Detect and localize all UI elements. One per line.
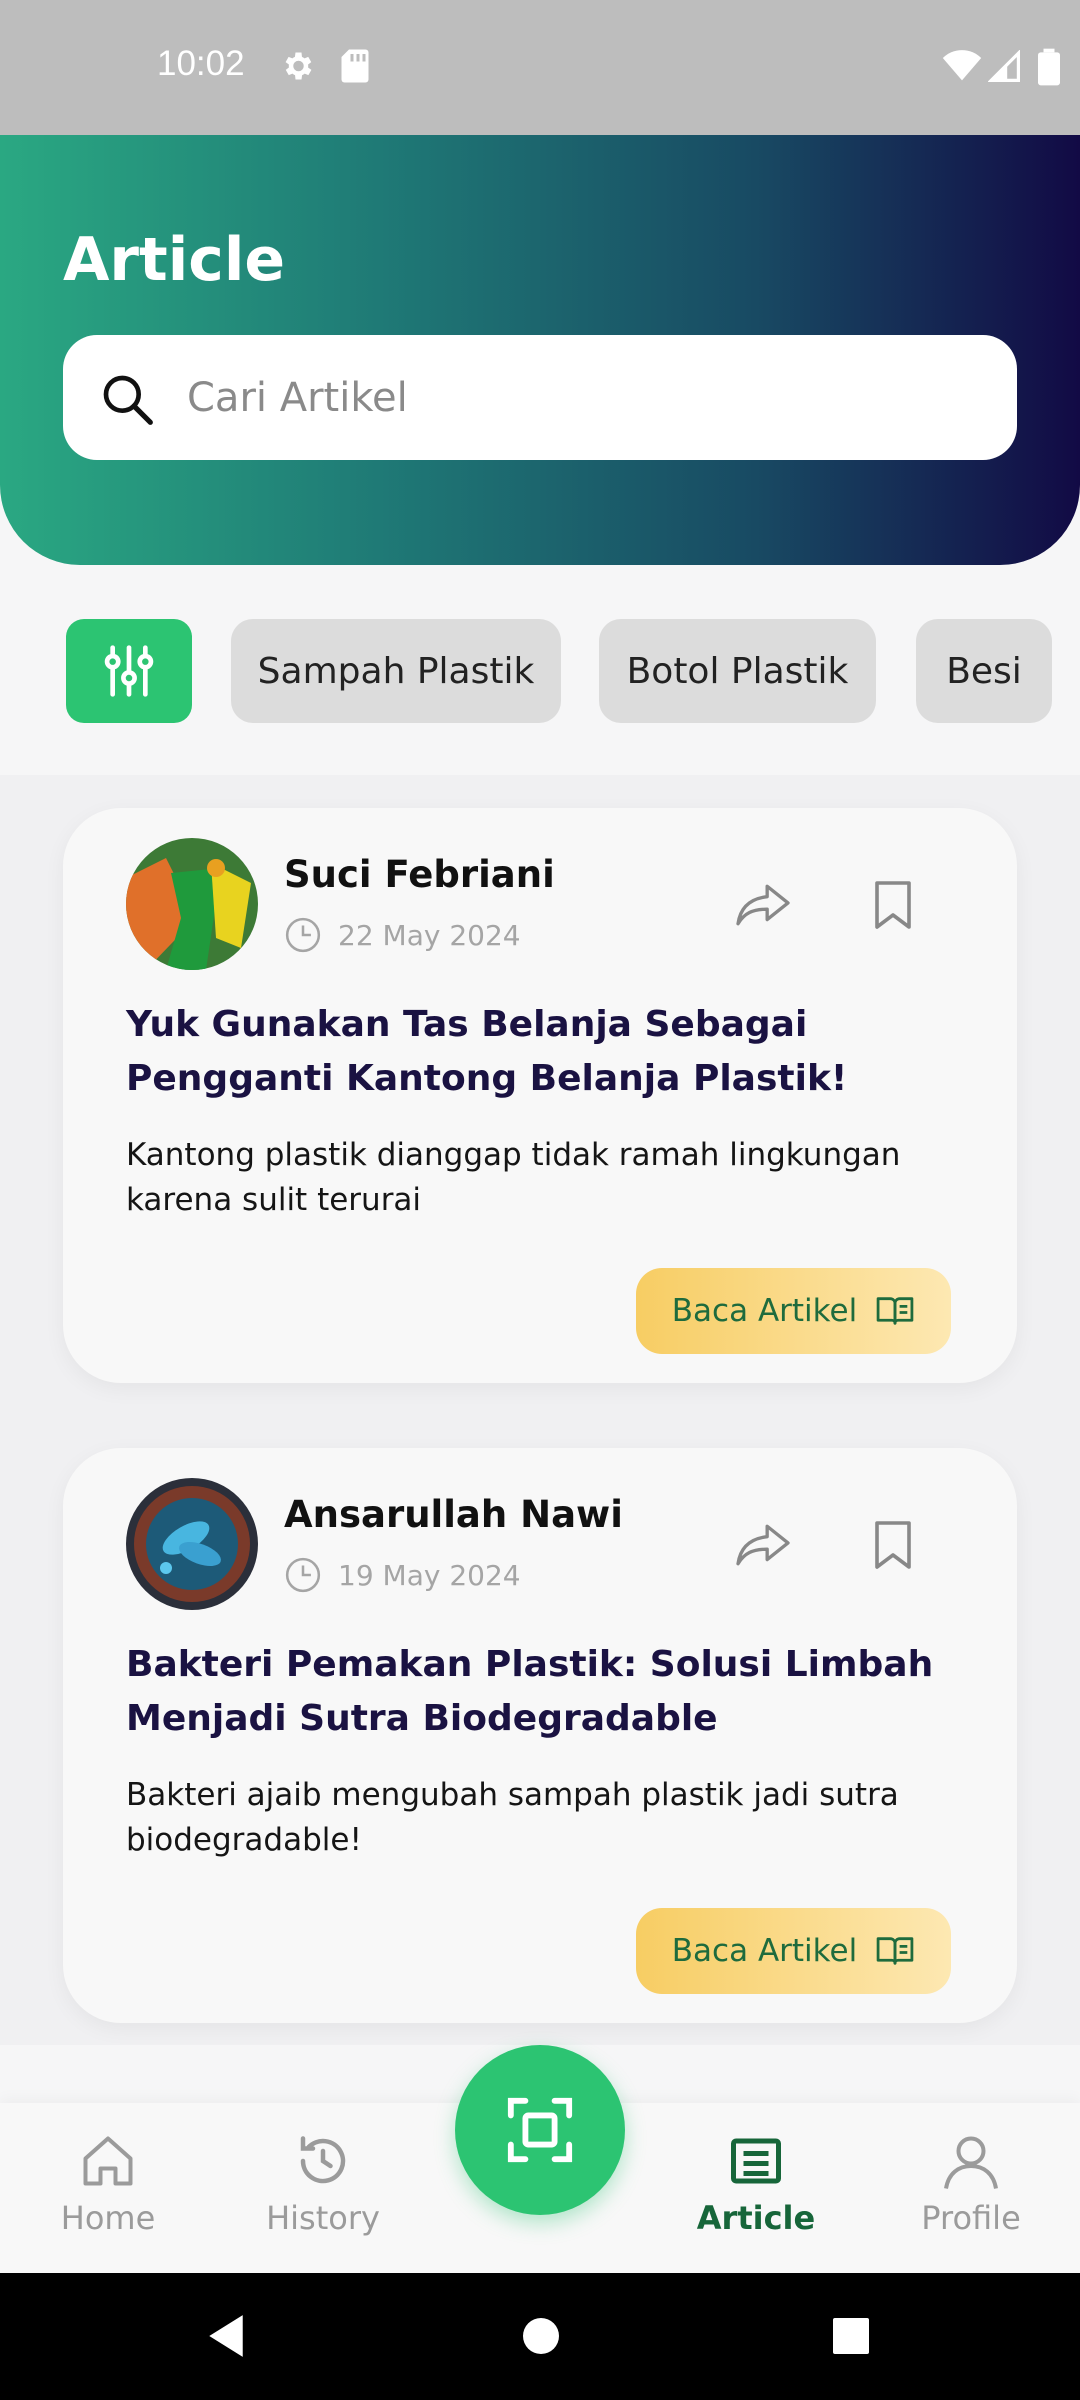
scan-icon (507, 2097, 573, 2163)
nav-label-profile: Profile (921, 2199, 1021, 2237)
read-article-label: Baca Artikel (671, 1933, 858, 1969)
nav-history[interactable]: History (243, 2131, 403, 2237)
nav-article[interactable]: Article (676, 2131, 836, 2237)
nav-label-article: Article (696, 2199, 816, 2237)
author-name: Suci Febriani (284, 853, 555, 896)
wifi-icon (942, 50, 982, 81)
read-article-button[interactable]: Baca Artikel (636, 1268, 951, 1354)
nav-profile[interactable]: Profile (891, 2131, 1051, 2237)
sliders-icon (104, 645, 154, 697)
article-description: Kantong plastik dianggap tidak ramah lin… (126, 1137, 901, 1218)
history-icon (300, 2136, 346, 2184)
author-name: Ansarullah Nawi (284, 1493, 623, 1536)
bookmark-icon[interactable] (873, 878, 913, 932)
bookmark-icon[interactable] (873, 1518, 913, 1572)
system-nav-bar (0, 2273, 1080, 2400)
avatar (126, 1478, 258, 1610)
sd-card-icon (341, 49, 369, 83)
filter-chips: Sampah Plastik Botol Plastik Besi (0, 619, 1080, 725)
article-date: 19 May 2024 (338, 1558, 521, 1592)
search-icon (103, 375, 153, 425)
header: Article (0, 135, 1080, 565)
read-article-label: Baca Artikel (671, 1293, 858, 1329)
filter-button[interactable] (66, 619, 192, 723)
settings-icon (285, 52, 312, 80)
avatar (126, 838, 258, 970)
article-description: Bakteri ajaib mengubah sampah plastik ja… (126, 1777, 899, 1858)
open-book-icon (876, 1297, 914, 1325)
page-title: Article (63, 225, 286, 295)
article-title[interactable]: Yuk Gunakan Tas Belanja Sebagai Penggant… (126, 998, 966, 1106)
nav-label-home: Home (60, 2199, 156, 2237)
article-card[interactable]: Ansarullah Nawi 19 May 2024 Bakteri Pema… (63, 1448, 1017, 2023)
profile-icon (944, 2136, 998, 2189)
clock-icon (285, 1557, 321, 1593)
search-bar[interactable] (63, 335, 1017, 460)
date-row: 22 May 2024 (284, 916, 521, 954)
article-feed: Suci Febriani 22 May 2024 Yuk Gunakan Ta… (0, 775, 1080, 2045)
article-icon (731, 2138, 781, 2184)
signal-icon (988, 50, 1020, 82)
back-icon[interactable] (205, 2313, 247, 2359)
chip-sampah-plastik[interactable]: Sampah Plastik (231, 619, 561, 723)
share-icon[interactable] (733, 1520, 793, 1570)
nav-home[interactable]: Home (28, 2131, 188, 2237)
status-bar: 10:02 (0, 0, 1080, 135)
open-book-icon (876, 1937, 914, 1965)
battery-icon (1038, 48, 1060, 86)
article-card[interactable]: Suci Febriani 22 May 2024 Yuk Gunakan Ta… (63, 808, 1017, 1383)
scan-button[interactable] (455, 2045, 625, 2215)
article-title[interactable]: Bakteri Pemakan Plastik: Solusi Limbah M… (126, 1638, 966, 1746)
clock-icon (285, 917, 321, 953)
share-icon[interactable] (733, 880, 793, 930)
date-row: 19 May 2024 (284, 1556, 521, 1594)
status-time: 10:02 (157, 44, 245, 83)
search-input[interactable] (187, 365, 967, 431)
read-article-button[interactable]: Baca Artikel (636, 1908, 951, 1994)
chip-botol-plastik[interactable]: Botol Plastik (599, 619, 876, 723)
recents-icon[interactable] (831, 2313, 871, 2359)
nav-label-history: History (266, 2199, 380, 2237)
home-circle-icon[interactable] (521, 2313, 561, 2359)
home-icon (83, 2136, 133, 2186)
article-date: 22 May 2024 (338, 918, 521, 952)
chip-besi[interactable]: Besi (916, 619, 1052, 723)
